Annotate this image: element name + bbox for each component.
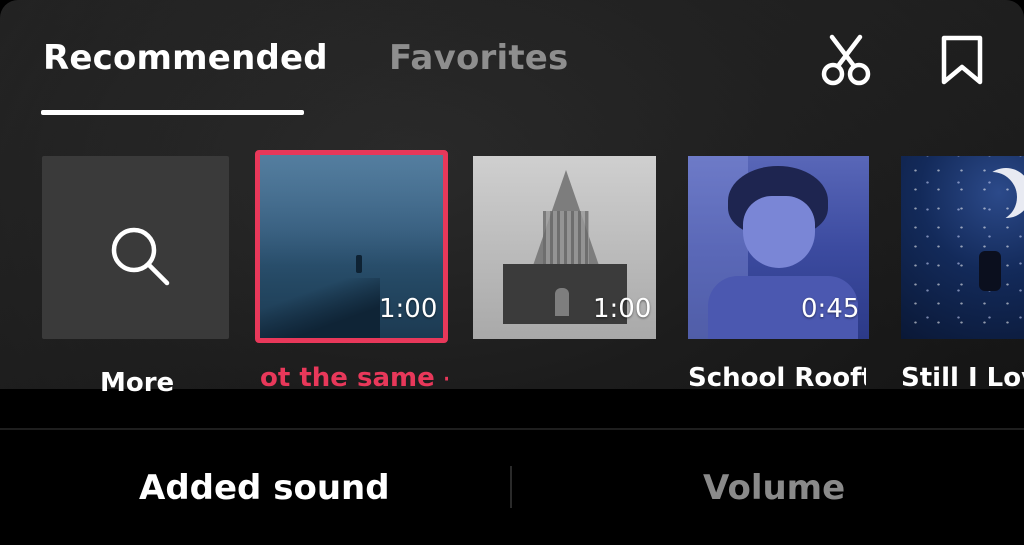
track-duration-1: 1:00: [379, 294, 438, 324]
album-art: [981, 168, 1024, 218]
bookmark-icon[interactable]: [938, 34, 990, 88]
scissors-icon[interactable]: [820, 34, 872, 88]
tab-recommended[interactable]: Recommended: [43, 38, 328, 78]
bottom-bar: [0, 389, 1024, 545]
track-duration-3: 0:45: [801, 294, 860, 324]
tab-added-sound[interactable]: Added sound: [139, 468, 390, 508]
sound-picker-panel: Recommended Favorites 1:00 1:00 0:45 Mor…: [0, 0, 1024, 545]
album-art: [260, 155, 443, 265]
track-title-3: School Rooft: [688, 363, 866, 393]
active-tab-indicator: [41, 110, 304, 115]
tab-favorites[interactable]: Favorites: [389, 38, 568, 78]
more-sounds-tile[interactable]: [42, 156, 229, 339]
divider: [510, 466, 512, 508]
search-icon: [111, 227, 170, 286]
more-label: More: [100, 368, 175, 398]
track-tile-4[interactable]: [901, 156, 1024, 339]
track-duration-2: 1:00: [593, 294, 652, 324]
divider: [0, 428, 1024, 430]
track-title-4: Still I Lov: [901, 363, 1024, 393]
track-title-1: ot the same -: [260, 363, 448, 393]
tab-volume[interactable]: Volume: [703, 468, 845, 508]
